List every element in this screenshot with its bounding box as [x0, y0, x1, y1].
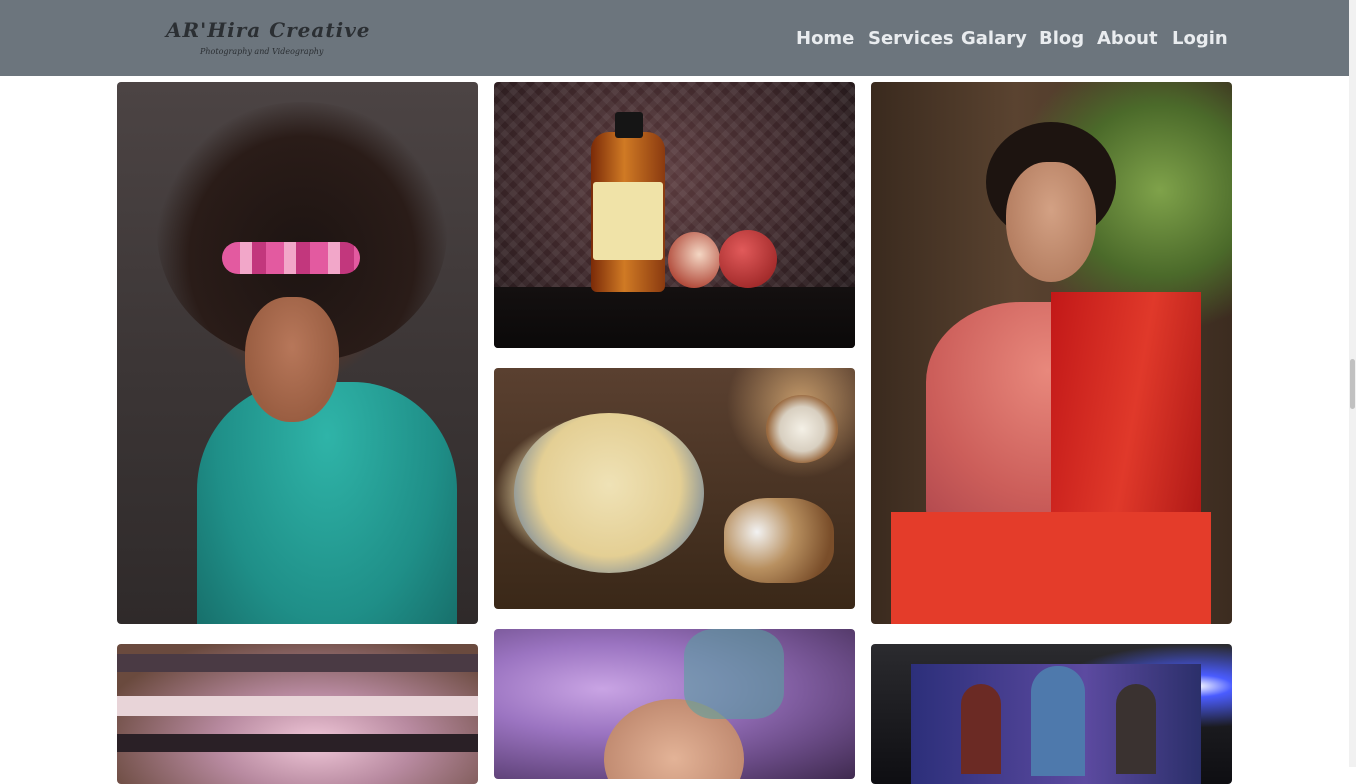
photo-shape	[197, 382, 457, 624]
gallery-photo-flowers-portrait[interactable]	[494, 629, 855, 779]
photo-shape	[891, 512, 1211, 624]
gallery-photo-mall-event[interactable]	[117, 644, 478, 784]
nav-about[interactable]: About	[1097, 25, 1158, 53]
photo-shape	[1031, 666, 1085, 776]
nav-galary[interactable]: Galary	[961, 25, 1027, 53]
gallery-photo-bridal-portrait[interactable]	[871, 82, 1232, 624]
scrollbar-thumb[interactable]	[1350, 359, 1355, 409]
photo-shape	[724, 498, 834, 583]
brand-logo[interactable]: AR'Hira Creative Photography and Videogr…	[166, 18, 370, 64]
photo-shape	[245, 297, 339, 422]
photo-shape	[117, 654, 478, 672]
photo-shape	[1116, 684, 1156, 774]
photo-shape	[593, 182, 663, 260]
photo-shape	[961, 684, 1001, 774]
photo-shape	[684, 629, 784, 719]
gallery-photo-stage-performers[interactable]	[871, 644, 1232, 784]
brand-name: AR'Hira Creative	[166, 18, 371, 42]
photo-shape	[222, 242, 360, 274]
gallery-photo-dessert-bowl[interactable]	[494, 368, 855, 609]
nav-home[interactable]: Home	[796, 25, 854, 53]
gallery-photo-vinegar-bottle[interactable]	[494, 82, 855, 348]
nav-login[interactable]: Login	[1172, 25, 1228, 53]
photo-shape	[1006, 162, 1096, 282]
page-scrollbar[interactable]	[1349, 0, 1356, 767]
photo-shape	[719, 230, 777, 288]
photo-shape	[117, 734, 478, 752]
nav-services[interactable]: Services	[868, 25, 954, 53]
gallery-photo-portrait-teal-dress[interactable]	[117, 82, 478, 624]
nav-blog[interactable]: Blog	[1039, 25, 1084, 53]
photo-shape	[514, 413, 704, 573]
navbar: AR'Hira Creative Photography and Videogr…	[0, 0, 1349, 76]
photo-shape	[766, 395, 838, 463]
photo-shape	[494, 287, 855, 348]
photo-shape	[668, 232, 720, 288]
photo-shape	[615, 112, 643, 138]
photo-shape	[117, 696, 478, 716]
brand-tagline: Photography and Videography	[200, 47, 324, 56]
